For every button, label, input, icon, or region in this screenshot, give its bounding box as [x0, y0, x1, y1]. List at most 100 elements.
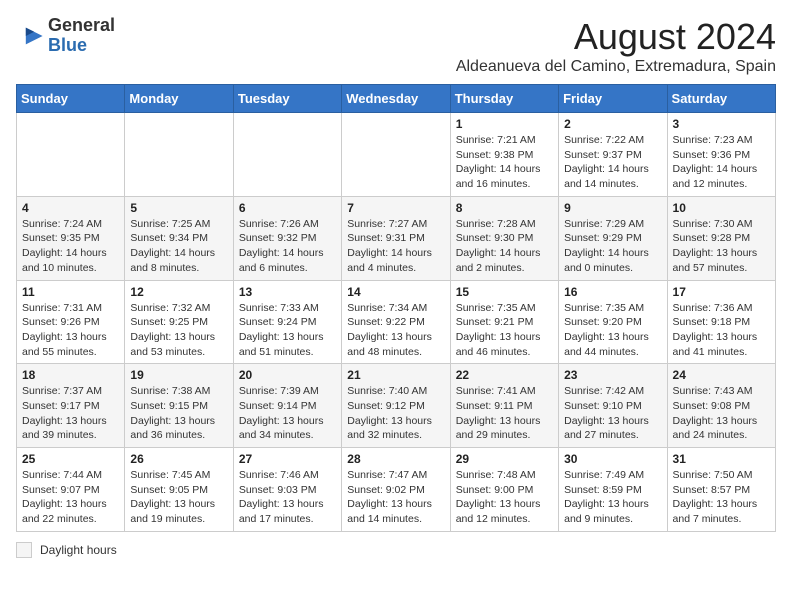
day-number: 13	[239, 285, 336, 299]
logo-text: General Blue	[48, 16, 115, 56]
day-number: 25	[22, 452, 119, 466]
calendar-cell: 31 Sunrise: 7:50 AM Sunset: 8:57 PM Dayli…	[667, 448, 775, 532]
calendar-cell: 1 Sunrise: 7:21 AM Sunset: 9:38 PM Daylig…	[450, 113, 558, 197]
calendar-cell: 9 Sunrise: 7:29 AM Sunset: 9:29 PM Daylig…	[559, 196, 667, 280]
calendar-cell: 17 Sunrise: 7:36 AM Sunset: 9:18 PM Dayli…	[667, 280, 775, 364]
day-info: Sunrise: 7:41 AM Sunset: 9:11 PM Dayligh…	[456, 384, 553, 443]
calendar-cell: 2Sunrise: 7:22 AM Sunset: 9:37 PM Daylig…	[559, 113, 667, 197]
day-number: 16	[564, 285, 661, 299]
calendar-cell: 11 Sunrise: 7:31 AM Sunset: 9:26 PM Dayli…	[17, 280, 125, 364]
calendar-week-4: 18Sunrise: 7:37 AM Sunset: 9:17 PM Dayli…	[17, 364, 776, 448]
day-number: 6	[239, 201, 336, 215]
daylight-box	[16, 542, 32, 558]
day-number: 14	[347, 285, 444, 299]
day-number: 9	[564, 201, 661, 215]
day-info: Sunrise: 7:40 AM Sunset: 9:12 PM Dayligh…	[347, 384, 444, 443]
calendar-header-wednesday: Wednesday	[342, 85, 450, 113]
day-info: Sunrise: 7:27 AM Sunset: 9:31 PM Dayligh…	[347, 217, 444, 276]
day-info: Sunrise: 7:38 AM Sunset: 9:15 PM Dayligh…	[130, 384, 227, 443]
day-info: Sunrise: 7:43 AM Sunset: 9:08 PM Dayligh…	[673, 384, 770, 443]
daylight-label: Daylight hours	[40, 543, 117, 557]
page-subtitle: Aldeanueva del Camino, Extremadura, Spai…	[456, 58, 776, 76]
calendar-week-2: 4 Sunrise: 7:24 AM Sunset: 9:35 PM Daylig…	[17, 196, 776, 280]
day-number: 15	[456, 285, 553, 299]
day-info: Sunrise: 7:23 AM Sunset: 9:36 PM Dayligh…	[673, 133, 770, 192]
day-number: 23	[564, 368, 661, 382]
day-number: 31	[673, 452, 770, 466]
logo-blue: Blue	[48, 35, 87, 55]
calendar-cell: 18Sunrise: 7:37 AM Sunset: 9:17 PM Dayli…	[17, 364, 125, 448]
day-info: Sunrise: 7:50 AM Sunset: 8:57 PM Dayligh…	[673, 468, 770, 527]
calendar-cell: 25 Sunrise: 7:44 AM Sunset: 9:07 PM Dayli…	[17, 448, 125, 532]
day-info: Sunrise: 7:35 AM Sunset: 9:21 PM Dayligh…	[456, 301, 553, 360]
calendar-cell: 20Sunrise: 7:39 AM Sunset: 9:14 PM Dayli…	[233, 364, 341, 448]
day-info: Sunrise: 7:33 AM Sunset: 9:24 PM Dayligh…	[239, 301, 336, 360]
calendar-header-sunday: Sunday	[17, 85, 125, 113]
calendar-header-saturday: Saturday	[667, 85, 775, 113]
day-info: Sunrise: 7:36 AM Sunset: 9:18 PM Dayligh…	[673, 301, 770, 360]
day-number: 12	[130, 285, 227, 299]
calendar-week-3: 11 Sunrise: 7:31 AM Sunset: 9:26 PM Dayli…	[17, 280, 776, 364]
day-info: Sunrise: 7:35 AM Sunset: 9:20 PM Dayligh…	[564, 301, 661, 360]
day-number: 29	[456, 452, 553, 466]
page-header: General Blue August 2024 Aldeanueva del …	[16, 16, 776, 76]
day-number: 11	[22, 285, 119, 299]
calendar-cell: 28Sunrise: 7:47 AM Sunset: 9:02 PM Dayli…	[342, 448, 450, 532]
day-number: 17	[673, 285, 770, 299]
day-number: 30	[564, 452, 661, 466]
day-info: Sunrise: 7:48 AM Sunset: 9:00 PM Dayligh…	[456, 468, 553, 527]
day-number: 1	[456, 117, 553, 131]
day-number: 27	[239, 452, 336, 466]
day-info: Sunrise: 7:32 AM Sunset: 9:25 PM Dayligh…	[130, 301, 227, 360]
day-number: 10	[673, 201, 770, 215]
calendar-cell: 26 Sunrise: 7:45 AM Sunset: 9:05 PM Dayli…	[125, 448, 233, 532]
day-info: Sunrise: 7:49 AM Sunset: 8:59 PM Dayligh…	[564, 468, 661, 527]
day-info: Sunrise: 7:28 AM Sunset: 9:30 PM Dayligh…	[456, 217, 553, 276]
calendar-header-thursday: Thursday	[450, 85, 558, 113]
day-number: 24	[673, 368, 770, 382]
title-block: August 2024 Aldeanueva del Camino, Extre…	[456, 16, 776, 76]
day-info: Sunrise: 7:31 AM Sunset: 9:26 PM Dayligh…	[22, 301, 119, 360]
calendar-cell: 24 Sunrise: 7:43 AM Sunset: 9:08 PM Dayli…	[667, 364, 775, 448]
calendar-cell: 16 Sunrise: 7:35 AM Sunset: 9:20 PM Dayli…	[559, 280, 667, 364]
calendar-header-tuesday: Tuesday	[233, 85, 341, 113]
day-info: Sunrise: 7:29 AM Sunset: 9:29 PM Dayligh…	[564, 217, 661, 276]
day-info: Sunrise: 7:45 AM Sunset: 9:05 PM Dayligh…	[130, 468, 227, 527]
calendar-cell: 6 Sunrise: 7:26 AM Sunset: 9:32 PM Daylig…	[233, 196, 341, 280]
calendar-cell: 7 Sunrise: 7:27 AM Sunset: 9:31 PM Daylig…	[342, 196, 450, 280]
day-number: 21	[347, 368, 444, 382]
logo-icon	[16, 22, 44, 50]
calendar-header-monday: Monday	[125, 85, 233, 113]
day-number: 7	[347, 201, 444, 215]
calendar-cell: 3 Sunrise: 7:23 AM Sunset: 9:36 PM Daylig…	[667, 113, 775, 197]
day-number: 3	[673, 117, 770, 131]
calendar-cell: 12 Sunrise: 7:32 AM Sunset: 9:25 PM Dayli…	[125, 280, 233, 364]
day-info: Sunrise: 7:30 AM Sunset: 9:28 PM Dayligh…	[673, 217, 770, 276]
day-info: Sunrise: 7:46 AM Sunset: 9:03 PM Dayligh…	[239, 468, 336, 527]
day-number: 5	[130, 201, 227, 215]
calendar-cell: 13 Sunrise: 7:33 AM Sunset: 9:24 PM Dayli…	[233, 280, 341, 364]
calendar-week-1: 1 Sunrise: 7:21 AM Sunset: 9:38 PM Daylig…	[17, 113, 776, 197]
day-info: Sunrise: 7:24 AM Sunset: 9:35 PM Dayligh…	[22, 217, 119, 276]
calendar-cell: 8 Sunrise: 7:28 AM Sunset: 9:30 PM Daylig…	[450, 196, 558, 280]
day-info: Sunrise: 7:25 AM Sunset: 9:34 PM Dayligh…	[130, 217, 227, 276]
day-info: Sunrise: 7:44 AM Sunset: 9:07 PM Dayligh…	[22, 468, 119, 527]
day-number: 22	[456, 368, 553, 382]
day-number: 18	[22, 368, 119, 382]
calendar-cell: 21 Sunrise: 7:40 AM Sunset: 9:12 PM Dayli…	[342, 364, 450, 448]
logo: General Blue	[16, 16, 115, 56]
calendar-cell: 15 Sunrise: 7:35 AM Sunset: 9:21 PM Dayli…	[450, 280, 558, 364]
day-number: 28	[347, 452, 444, 466]
day-info: Sunrise: 7:26 AM Sunset: 9:32 PM Dayligh…	[239, 217, 336, 276]
day-info: Sunrise: 7:39 AM Sunset: 9:14 PM Dayligh…	[239, 384, 336, 443]
day-number: 2	[564, 117, 661, 131]
calendar-cell: 29 Sunrise: 7:48 AM Sunset: 9:00 PM Dayli…	[450, 448, 558, 532]
day-info: Sunrise: 7:21 AM Sunset: 9:38 PM Dayligh…	[456, 133, 553, 192]
day-number: 8	[456, 201, 553, 215]
day-number: 19	[130, 368, 227, 382]
calendar-cell	[125, 113, 233, 197]
day-number: 26	[130, 452, 227, 466]
day-number: 4	[22, 201, 119, 215]
day-info: Sunrise: 7:34 AM Sunset: 9:22 PM Dayligh…	[347, 301, 444, 360]
calendar-cell: 23Sunrise: 7:42 AM Sunset: 9:10 PM Dayli…	[559, 364, 667, 448]
